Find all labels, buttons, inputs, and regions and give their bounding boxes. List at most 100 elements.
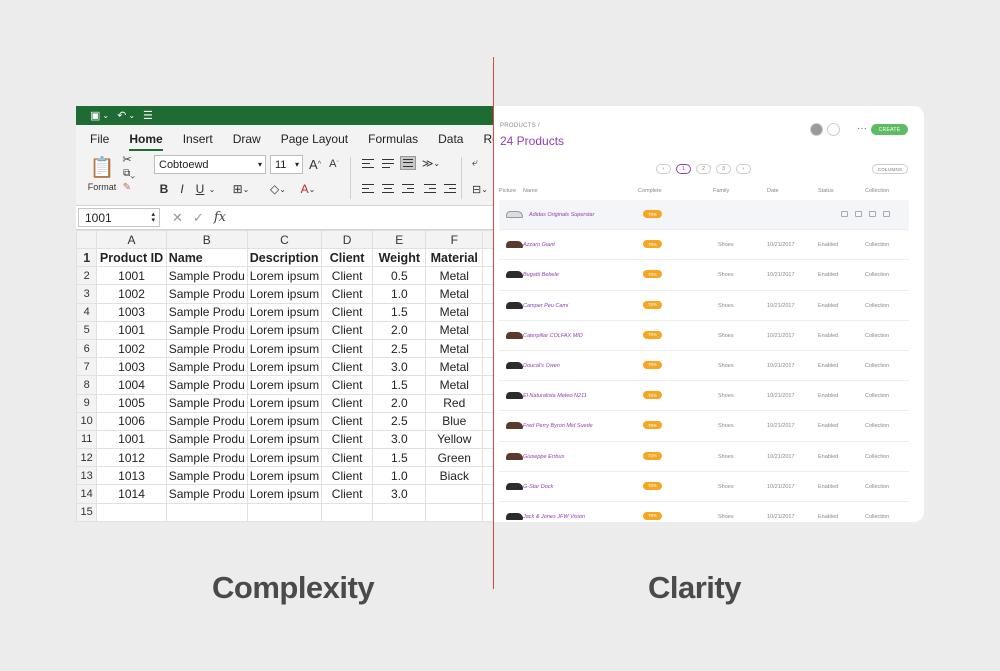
row-header[interactable]: 1: [76, 247, 98, 268]
function-icon[interactable]: fx: [214, 210, 226, 225]
column-header[interactable]: D: [321, 230, 374, 249]
tab-draw[interactable]: Draw: [233, 132, 261, 151]
cell[interactable]: [482, 284, 494, 304]
cell[interactable]: Client: [321, 393, 374, 413]
cell[interactable]: [425, 502, 484, 522]
cancel-icon[interactable]: ✕: [172, 210, 183, 226]
table-row[interactable]: Azzaro Giant 70% Shoes 10/21/2017 Enabled Col…: [499, 230, 909, 261]
cell[interactable]: Metal: [425, 320, 484, 340]
cell[interactable]: Name: [165, 247, 248, 268]
row-header[interactable]: 5: [76, 320, 98, 340]
cell[interactable]: 1002: [96, 284, 167, 304]
cell[interactable]: 3.0: [372, 429, 427, 450]
table-row[interactable]: Camper Peu Cami 70% Shoes 10/21/2017 Enabled…: [499, 291, 909, 321]
cell[interactable]: Client: [321, 411, 374, 431]
font-size-select[interactable]: 11 ▾: [270, 155, 303, 174]
table-row[interactable]: Bugatti Bebele 70% Shoes 10/21/2017 Enabled C…: [499, 260, 909, 291]
cell[interactable]: Client: [321, 375, 374, 395]
row-header[interactable]: 11: [76, 429, 98, 450]
cell[interactable]: Client: [321, 429, 374, 450]
trash-icon[interactable]: [869, 211, 876, 217]
row-header[interactable]: 2: [76, 266, 98, 286]
cell[interactable]: Sample Produ: [165, 484, 248, 504]
edit-icon[interactable]: [841, 211, 848, 217]
cell[interactable]: [425, 484, 484, 504]
cell[interactable]: [246, 502, 323, 522]
cell[interactable]: Sample Produ: [165, 448, 248, 468]
align-right-icon[interactable]: [400, 181, 416, 195]
cell[interactable]: 1013: [96, 466, 167, 486]
row-header[interactable]: 10: [76, 411, 98, 431]
product-name-link[interactable]: G-Star Dock: [523, 484, 553, 490]
column-header[interactable]: A: [96, 230, 167, 249]
cell[interactable]: 1.0: [372, 466, 427, 486]
cell[interactable]: Sample Produ: [165, 393, 248, 413]
cell[interactable]: [482, 320, 494, 340]
tab-data[interactable]: Data: [438, 132, 463, 151]
columns-button[interactable]: COLUMNS: [872, 164, 908, 174]
column-header[interactable]: [482, 230, 494, 249]
cell[interactable]: 1.5: [372, 375, 427, 395]
align-bottom-icon[interactable]: [400, 156, 416, 170]
cell[interactable]: 2.0: [372, 320, 427, 340]
cut-icon[interactable]: ✂: [120, 153, 134, 166]
cell[interactable]: Lorem ipsum: [246, 338, 323, 359]
decrease-font-icon[interactable]: Aˇ: [327, 155, 341, 173]
column-header[interactable]: F: [425, 230, 484, 249]
fill-color-icon[interactable]: ◇ ⌄: [266, 181, 290, 197]
row-header[interactable]: 7: [76, 357, 98, 377]
cell[interactable]: Metal: [425, 284, 484, 304]
cell[interactable]: 1.5: [372, 448, 427, 468]
column-header[interactable]: Collection: [865, 188, 889, 194]
cell[interactable]: Lorem ipsum: [246, 284, 323, 304]
cell[interactable]: [482, 375, 494, 395]
cell[interactable]: Lorem ipsum: [246, 320, 323, 340]
paste-icon[interactable]: 📋: [90, 155, 115, 179]
cell[interactable]: [96, 502, 167, 522]
cell[interactable]: Yellow: [425, 429, 484, 450]
cell[interactable]: 2.5: [372, 411, 427, 431]
merge-cells-icon[interactable]: ⊟ ⌄: [468, 181, 492, 197]
table-row[interactable]: Giuseppe Errbus 70% Shoes 10/21/2017 Enabled…: [499, 442, 909, 472]
cell[interactable]: 0.5: [372, 266, 427, 286]
cell[interactable]: Sample Produ: [165, 320, 248, 340]
column-header[interactable]: E: [372, 230, 427, 249]
cell[interactable]: [482, 338, 494, 359]
cell[interactable]: Green: [425, 448, 484, 468]
cell[interactable]: 1003: [96, 357, 167, 377]
cell[interactable]: Client: [321, 284, 374, 304]
cell[interactable]: Sample Produ: [165, 338, 248, 359]
product-name-link[interactable]: Adidas Originals Superstar: [529, 212, 594, 218]
cell[interactable]: Metal: [425, 375, 484, 395]
product-name-link[interactable]: El Naturalista Meteo N211: [523, 393, 587, 399]
tab-home[interactable]: Home: [129, 132, 163, 151]
cell[interactable]: 1.0: [372, 284, 427, 304]
cell[interactable]: 1001: [96, 266, 167, 286]
product-name-link[interactable]: Bugatti Bebele: [523, 272, 559, 278]
cell[interactable]: 1012: [96, 448, 167, 468]
underline-button[interactable]: U: [194, 181, 206, 197]
cell[interactable]: Sample Produ: [165, 466, 248, 486]
cell[interactable]: Blue: [425, 411, 484, 431]
tab-file[interactable]: File: [90, 132, 109, 151]
cell[interactable]: Sample Produ: [165, 357, 248, 377]
cell[interactable]: Sample Produ: [165, 375, 248, 395]
row-header[interactable]: 6: [76, 338, 98, 359]
cell[interactable]: [482, 357, 494, 377]
cell[interactable]: Biack: [425, 466, 484, 486]
cell[interactable]: [482, 448, 494, 468]
breadcrumb[interactable]: PRODUCTS /: [500, 123, 540, 129]
notifications-icon[interactable]: [827, 123, 840, 136]
cell[interactable]: Red: [425, 393, 484, 413]
tab-insert[interactable]: Insert: [183, 132, 213, 151]
more-options-icon[interactable]: ···: [857, 123, 867, 134]
increase-font-icon[interactable]: A ^: [308, 155, 322, 173]
align-middle-icon[interactable]: [380, 156, 396, 170]
cell[interactable]: Client: [321, 466, 374, 486]
select-all-corner[interactable]: [76, 230, 98, 249]
confirm-icon[interactable]: ✓: [193, 210, 204, 226]
table-row[interactable]: El Naturalista Meteo N211 70% Shoes 10/21/2…: [499, 381, 909, 412]
name-box[interactable]: 1001 ▴ ▾: [78, 208, 160, 227]
cell[interactable]: Lorem ipsum: [246, 466, 323, 486]
cell[interactable]: 1002: [96, 338, 167, 359]
